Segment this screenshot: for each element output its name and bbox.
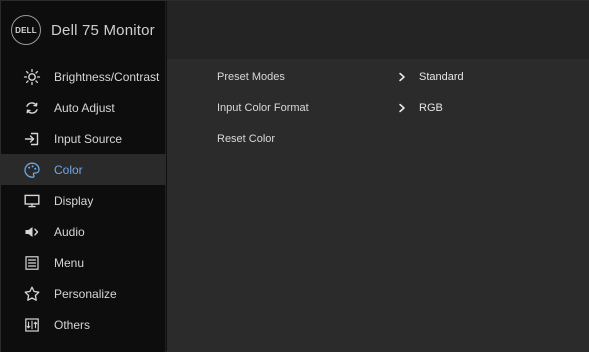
- color-icon: [23, 161, 41, 179]
- star-icon: [23, 285, 41, 303]
- menu-item-brightness-contrast[interactable]: Brightness/Contrast: [1, 61, 166, 92]
- input-color-format-value: RGB: [419, 101, 443, 114]
- settings-header: [167, 1, 589, 59]
- monitor-osd: DELL Dell 75 Monitor Brightness/Contrast: [0, 0, 589, 352]
- menu-label-color: Color: [54, 162, 83, 177]
- menu-item-audio[interactable]: Audio: [1, 216, 166, 247]
- menu-label-others: Others: [54, 317, 91, 332]
- main-menu: Brightness/Contrast Auto Adjust Input So…: [1, 61, 166, 340]
- dell-logo-text: DELL: [15, 25, 37, 35]
- menu-icon: [23, 254, 41, 272]
- color-settings-list: Preset Modes Standard Input Color Format…: [167, 59, 589, 352]
- audio-icon: [23, 223, 41, 241]
- reset-color-row[interactable]: Reset Color: [167, 123, 589, 154]
- menu-item-others[interactable]: Others: [1, 309, 166, 340]
- menu-label-input-source: Input Source: [54, 131, 123, 146]
- menu-label-brightness-contrast: Brightness/Contrast: [54, 69, 160, 84]
- preset-modes-value: Standard: [419, 70, 464, 83]
- menu-item-color[interactable]: Color: [1, 154, 166, 185]
- menu-label-audio: Audio: [54, 224, 85, 239]
- menu-label-display: Display: [54, 193, 94, 208]
- preset-modes-row[interactable]: Preset Modes Standard: [167, 61, 589, 92]
- menu-item-input-source[interactable]: Input Source: [1, 123, 166, 154]
- chevron-right-icon: [395, 101, 409, 115]
- sidebar: DELL Dell 75 Monitor Brightness/Contrast: [1, 1, 166, 352]
- reset-color-label: Reset Color: [217, 132, 276, 145]
- menu-label-menu: Menu: [54, 255, 85, 270]
- menu-item-display[interactable]: Display: [1, 185, 166, 216]
- menu-item-auto-adjust[interactable]: Auto Adjust: [1, 92, 166, 123]
- preset-modes-label: Preset Modes: [217, 70, 285, 83]
- chevron-right-icon: [395, 70, 409, 84]
- menu-item-menu[interactable]: Menu: [1, 247, 166, 278]
- display-icon: [23, 192, 41, 210]
- input-color-format-label: Input Color Format: [217, 101, 309, 114]
- input-source-icon: [23, 130, 41, 148]
- menu-item-personalize[interactable]: Personalize: [1, 278, 166, 309]
- brand-header: DELL Dell 75 Monitor: [1, 1, 166, 59]
- menu-label-personalize: Personalize: [54, 286, 117, 301]
- settings-panel: Preset Modes Standard Input Color Format…: [167, 1, 589, 352]
- others-icon: [23, 316, 41, 334]
- input-color-format-row[interactable]: Input Color Format RGB: [167, 92, 589, 123]
- dell-logo: DELL: [11, 15, 41, 45]
- auto-adjust-icon: [23, 99, 41, 117]
- monitor-title: Dell 75 Monitor: [51, 21, 155, 39]
- menu-label-auto-adjust: Auto Adjust: [54, 100, 115, 115]
- brightness-icon: [23, 68, 41, 86]
